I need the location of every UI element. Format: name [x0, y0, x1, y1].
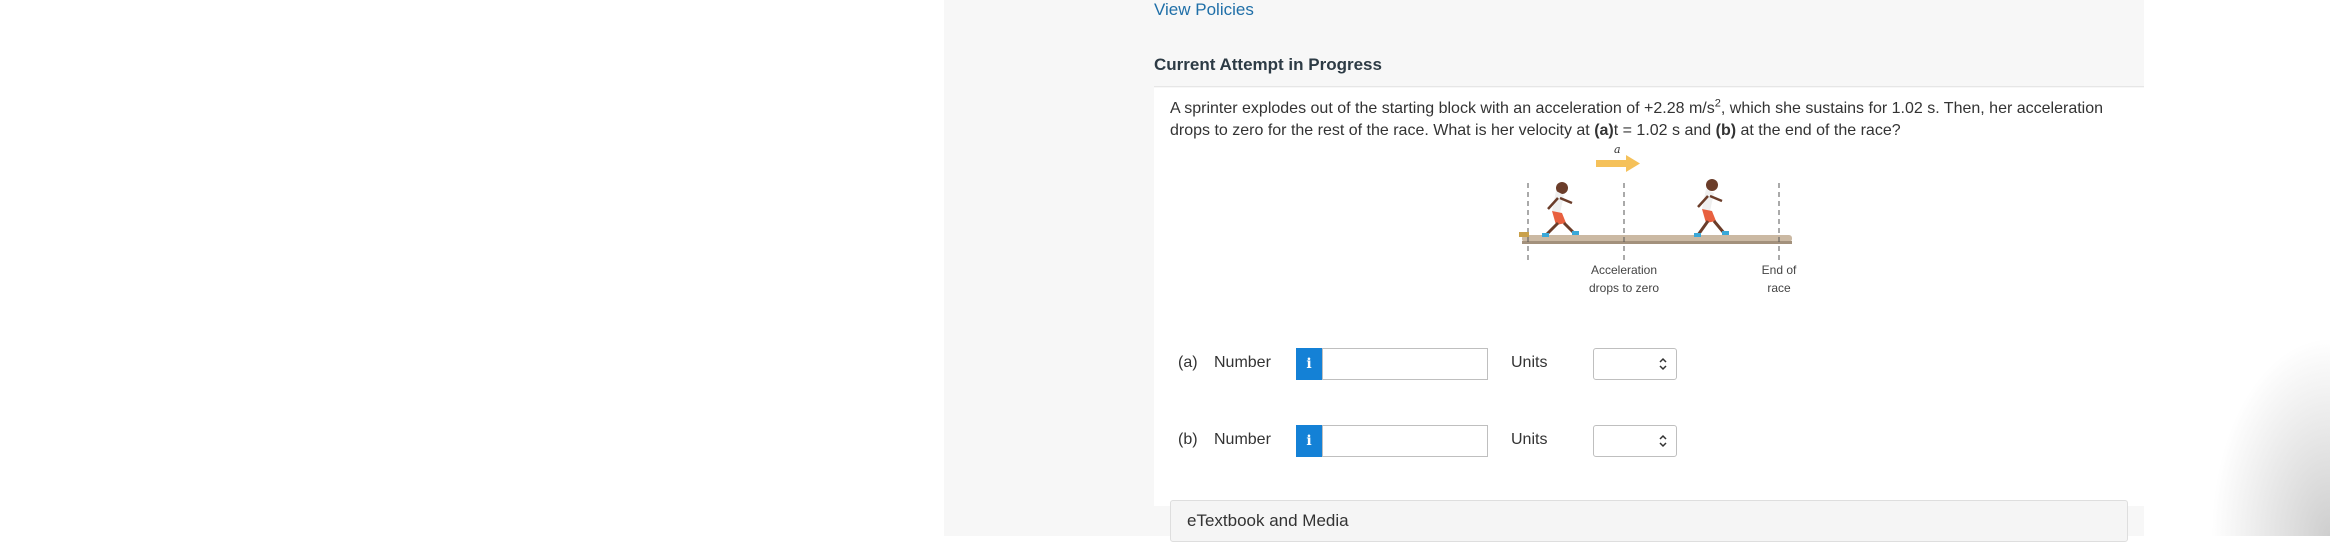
info-icon[interactable]: i [1296, 348, 1322, 380]
units-select-b[interactable] [1593, 425, 1677, 457]
runner-running [1694, 179, 1729, 237]
attempt-title: Current Attempt in Progress [1154, 55, 1382, 74]
left-blank-area [0, 0, 944, 536]
etextbook-label: eTextbook and Media [1187, 511, 1349, 530]
chevron-updown-icon [1659, 357, 1667, 371]
divider [1154, 86, 2144, 87]
part-label: (a) [1178, 354, 1198, 371]
part-label: (b) [1178, 431, 1198, 448]
number-input-a[interactable] [1322, 348, 1488, 380]
question-text: A sprinter explodes out of the starting … [1170, 97, 2104, 139]
end-label-2: race [1767, 281, 1791, 295]
number-label: Number [1214, 354, 1271, 371]
drops-label-2: drops to zero [1589, 281, 1659, 295]
sprinter-figure: a Acceleration drops to zero End of race [1519, 143, 1797, 295]
drops-label-1: Acceleration [1591, 263, 1657, 277]
units-label: Units [1511, 431, 1548, 448]
svg-text:a: a [1614, 143, 1621, 156]
chevron-updown-icon [1659, 434, 1667, 448]
units-select-a[interactable] [1593, 348, 1677, 380]
end-label-1: End of [1762, 263, 1797, 277]
runner-start [1542, 182, 1579, 237]
question-card: A sprinter explodes out of the starting … [1154, 88, 2144, 506]
info-icon[interactable]: i [1296, 425, 1322, 457]
number-input-b[interactable] [1322, 425, 1488, 457]
view-policies-link[interactable]: View Policies [1154, 0, 1254, 20]
corner-shadow [2210, 336, 2330, 536]
units-label: Units [1511, 354, 1548, 371]
number-label: Number [1214, 431, 1271, 448]
